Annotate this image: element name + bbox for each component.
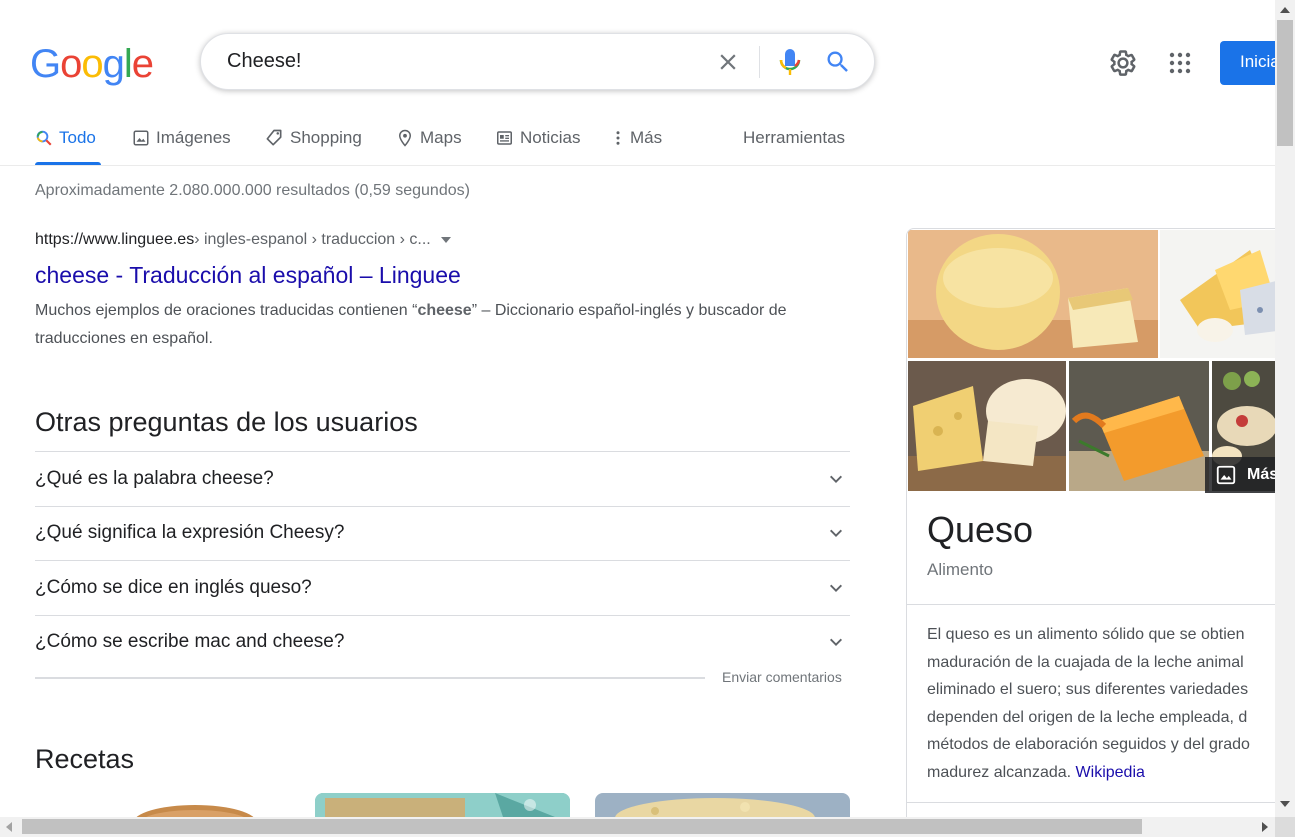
wikipedia-link[interactable]: Wikipedia: [1076, 764, 1145, 781]
map-pin-icon: [398, 129, 412, 147]
kp-description-line: dependen del origen de la leche empleada…: [927, 708, 1248, 726]
kp-description-line: El queso es un alimento sólido que se ob…: [927, 626, 1245, 643]
knowledge-panel: Más Queso Alimento El queso es un alimen…: [906, 228, 1286, 828]
paa-question-text: ¿Qué significa la expresión Cheesy?: [35, 522, 345, 544]
search-icon: [36, 130, 52, 146]
dropdown-caret-icon[interactable]: [440, 237, 451, 243]
search-box[interactable]: Cheese!: [200, 33, 875, 90]
settings-gear-icon[interactable]: [1108, 48, 1138, 78]
chevron-down-icon: [830, 529, 842, 538]
kp-image[interactable]: [908, 230, 1158, 358]
active-tab-indicator: [35, 162, 101, 165]
tab-label: Más: [630, 128, 663, 147]
recipes-heading: Recetas: [35, 744, 135, 774]
horizontal-scrollbar[interactable]: [0, 817, 1275, 837]
paa-question[interactable]: ¿Qué es la palabra cheese?: [35, 451, 850, 506]
vertical-scroll-thumb[interactable]: [1277, 20, 1293, 146]
result-snippet: Muchos ejemplos de oraciones traducidas …: [35, 297, 795, 353]
tab-label: Todo: [59, 128, 96, 147]
paa-question[interactable]: ¿Cómo se escribe mac and cheese?: [35, 614, 850, 670]
paa-heading: Otras preguntas de los usuarios: [35, 407, 418, 437]
tab-label: Shopping: [290, 128, 362, 147]
horizontal-scroll-thumb[interactable]: [22, 819, 1142, 834]
paa-question-text: ¿Cómo se escribe mac and cheese?: [35, 631, 345, 653]
cheese-assortment-image: [1160, 230, 1285, 358]
kp-subtitle: Alimento: [927, 560, 994, 579]
tab-news[interactable]: Noticias: [495, 128, 580, 148]
chevron-down-icon: [830, 638, 842, 647]
google-logo[interactable]: Google: [30, 42, 154, 87]
scroll-up-arrow-icon[interactable]: [1280, 7, 1290, 13]
cheese-board-image: [908, 361, 1066, 491]
snippet-highlight: cheese: [417, 302, 472, 319]
logo-letter: l: [123, 42, 133, 86]
kp-title: Queso: [927, 509, 1034, 550]
search-tabs: Todo Imágenes Shopping Maps Noticias Más…: [0, 115, 1275, 166]
kp-image[interactable]: [908, 361, 1066, 491]
more-vert-icon: [616, 131, 620, 145]
tab-label: Noticias: [520, 128, 581, 147]
logo-letter: e: [131, 42, 154, 86]
tab-shopping[interactable]: Shopping: [264, 128, 362, 148]
cheddar-image: [1069, 361, 1209, 491]
more-images-label: Más: [1247, 466, 1279, 483]
tab-images[interactable]: Imágenes: [132, 128, 231, 148]
snippet-text: Muchos ejemplos de oraciones traducidas …: [35, 302, 418, 319]
tab-all[interactable]: Todo: [35, 128, 96, 148]
scroll-down-arrow-icon[interactable]: [1280, 801, 1290, 807]
kp-divider: [907, 604, 1285, 605]
image-icon: [1216, 465, 1236, 485]
tag-icon: [266, 129, 282, 146]
paa-question-text: ¿Qué es la palabra cheese?: [35, 467, 274, 489]
search-icon[interactable]: [824, 48, 852, 76]
result-title-link[interactable]: cheese - Traducción al español – Linguee: [35, 262, 461, 289]
result-breadcrumb: › ingles-espanol › traduccion › c...: [194, 231, 431, 248]
result-domain: https://www.linguee.es: [35, 231, 195, 248]
kp-description-line: métodos de elaboración seguidos y del gr…: [927, 736, 1250, 754]
kp-image[interactable]: [1160, 230, 1285, 358]
scroll-left-arrow-icon[interactable]: [6, 822, 12, 832]
microphone-icon[interactable]: [778, 47, 802, 77]
search-divider: [759, 46, 760, 78]
tab-maps[interactable]: Maps: [396, 128, 462, 148]
image-icon: [133, 130, 149, 146]
send-feedback-link[interactable]: Enviar comentarios: [722, 669, 842, 685]
logo-letter: g: [102, 42, 125, 86]
result-url[interactable]: https://www.linguee.es › ingles-espanol …: [35, 231, 451, 249]
kp-description: El queso es un alimento sólido que se ob…: [927, 621, 1285, 787]
vertical-scrollbar[interactable]: [1275, 0, 1295, 817]
cheese-wheel-image: [908, 230, 1158, 358]
chevron-down-icon: [830, 584, 842, 592]
logo-letter: G: [30, 42, 61, 86]
logo-letter: o: [81, 42, 103, 86]
tools-button[interactable]: Herramientas: [743, 128, 845, 148]
paa-question[interactable]: ¿Cómo se dice en inglés queso?: [35, 560, 850, 615]
search-input[interactable]: Cheese!: [227, 50, 302, 73]
news-icon: [497, 131, 512, 145]
tab-more[interactable]: Más: [612, 128, 662, 148]
clear-icon[interactable]: [715, 49, 741, 75]
scrollbar-corner: [1275, 817, 1295, 837]
tab-label: Maps: [420, 128, 462, 147]
kp-description-line: maduración de la cuajada de la leche ani…: [927, 653, 1244, 671]
result-stats: Aproximadamente 2.080.000.000 resultados…: [35, 182, 470, 199]
kp-description-line: eliminado el suero; sus diferentes varie…: [927, 681, 1249, 699]
more-images-button[interactable]: Más: [1205, 457, 1285, 493]
kp-image[interactable]: [1069, 361, 1209, 491]
logo-letter: o: [60, 42, 82, 86]
apps-grid-icon[interactable]: [1168, 51, 1192, 75]
paa-question[interactable]: ¿Qué significa la expresión Cheesy?: [35, 505, 850, 561]
tab-label: Imágenes: [156, 128, 231, 147]
chevron-down-icon: [830, 475, 842, 483]
paa-question-text: ¿Cómo se dice en inglés queso?: [35, 576, 312, 598]
kp-divider: [907, 802, 1285, 803]
kp-description-line: madurez alcanzada.: [927, 763, 1076, 781]
scroll-right-arrow-icon[interactable]: [1262, 822, 1268, 832]
feedback-divider: [35, 677, 705, 679]
paa-list: ¿Qué es la palabra cheese? ¿Qué signific…: [35, 451, 850, 669]
